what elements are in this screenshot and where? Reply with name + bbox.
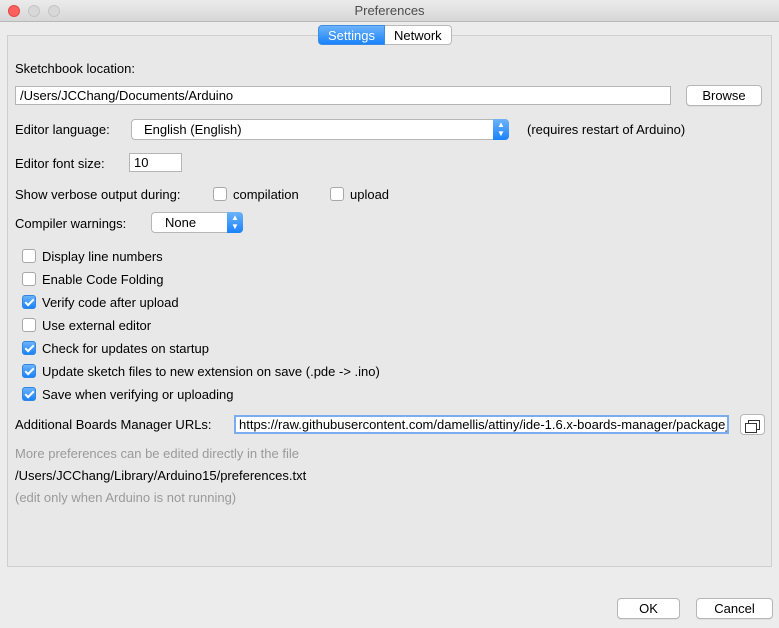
editor-language-label: Editor language: xyxy=(15,122,110,137)
browse-button[interactable]: Browse xyxy=(686,85,762,106)
title-bar: Preferences xyxy=(0,0,779,22)
prefs-file-path: /Users/JCChang/Library/Arduino15/prefere… xyxy=(15,468,307,483)
compiler-warnings-select[interactable]: None ▲ ▼ xyxy=(151,212,243,233)
restart-note: (requires restart of Arduino) xyxy=(527,122,686,137)
tab-network[interactable]: Network xyxy=(384,25,452,45)
check-updates-checkbox[interactable] xyxy=(22,341,36,355)
external-editor-label: Use external editor xyxy=(42,318,152,333)
check-updates-label: Check for updates on startup xyxy=(42,341,209,356)
chevron-updown-icon: ▲ ▼ xyxy=(493,119,509,140)
update-extension-checkbox[interactable] xyxy=(22,364,36,378)
font-size-field[interactable]: 10 xyxy=(129,153,182,172)
upload-checkbox[interactable] xyxy=(330,187,344,201)
ok-button[interactable]: OK xyxy=(617,598,680,619)
edit-note: (edit only when Arduino is not running) xyxy=(15,490,237,505)
save-when-verifying-label: Save when verifying or uploading xyxy=(42,387,234,402)
window-icon xyxy=(745,423,757,433)
compilation-label: compilation xyxy=(233,187,299,202)
compiler-warnings-value: None xyxy=(165,215,197,230)
verify-code-label: Verify code after upload xyxy=(42,295,179,310)
sketchbook-location-field[interactable]: /Users/JCChang/Documents/Arduino xyxy=(15,86,671,105)
cancel-button[interactable]: Cancel xyxy=(696,598,773,619)
boards-manager-urls-field[interactable]: https://raw.githubusercontent.com/damell… xyxy=(234,415,729,434)
editor-language-value: English (English) xyxy=(144,122,242,137)
display-line-numbers-label: Display line numbers xyxy=(42,249,163,264)
upload-label: upload xyxy=(350,187,390,202)
font-size-label: Editor font size: xyxy=(15,156,105,171)
boards-manager-urls-label: Additional Boards Manager URLs: xyxy=(15,417,212,432)
compiler-warnings-label: Compiler warnings: xyxy=(15,216,127,231)
update-extension-label: Update sketch files to new extension on … xyxy=(42,364,380,379)
sketchbook-location-label: Sketchbook location: xyxy=(15,61,135,76)
verify-code-checkbox[interactable] xyxy=(22,295,36,309)
display-line-numbers-checkbox[interactable] xyxy=(22,249,36,263)
enable-code-folding-label: Enable Code Folding xyxy=(42,272,164,287)
external-editor-checkbox[interactable] xyxy=(22,318,36,332)
editor-language-select[interactable]: English (English) ▲ ▼ xyxy=(131,119,509,140)
tab-settings[interactable]: Settings xyxy=(318,25,385,45)
edit-urls-button[interactable] xyxy=(740,414,765,435)
compilation-checkbox[interactable] xyxy=(213,187,227,201)
tab-bar: Settings Network xyxy=(318,25,452,45)
more-prefs-text: More preferences can be edited directly … xyxy=(15,446,299,461)
window-title: Preferences xyxy=(354,3,425,18)
chevron-updown-icon: ▲ ▼ xyxy=(227,212,243,233)
enable-code-folding-checkbox[interactable] xyxy=(22,272,36,286)
save-when-verifying-checkbox[interactable] xyxy=(22,387,36,401)
verbose-output-label: Show verbose output during: xyxy=(15,187,181,202)
